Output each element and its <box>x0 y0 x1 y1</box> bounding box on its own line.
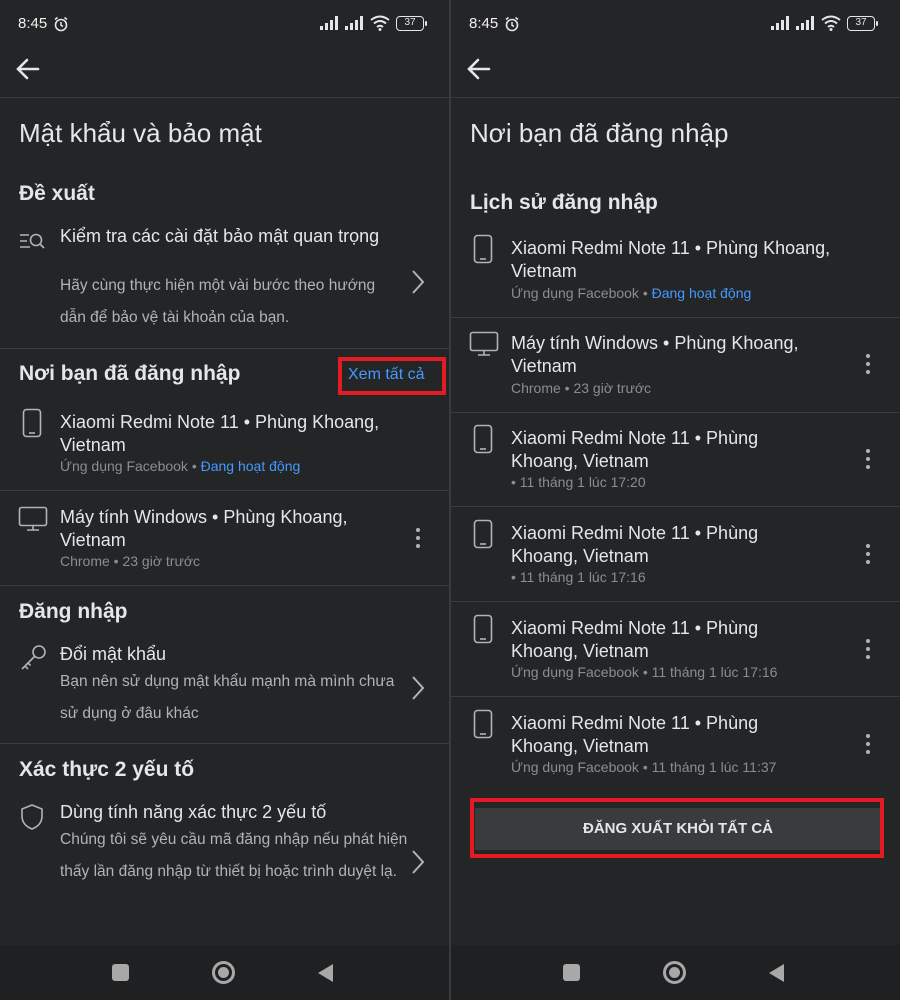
phone-icon <box>22 408 42 438</box>
device-meta: Chrome • 23 giờ trước <box>511 380 652 396</box>
phone-icon <box>473 519 493 549</box>
signal-icon <box>320 16 338 30</box>
chevron-right-icon <box>412 850 425 874</box>
back-nav-icon[interactable] <box>318 964 333 982</box>
page-title: Nơi bạn đã đăng nhập <box>470 118 729 148</box>
twofa-desc: Chúng tôi sẽ yêu cầu mã đăng nhập nếu ph… <box>60 831 408 880</box>
device-meta: Ứng dụng Facebook • 11 tháng 1 lúc 17:16 <box>511 664 778 680</box>
recents-icon[interactable] <box>112 964 129 981</box>
security-check-desc: Hãy cùng thực hiện một vài bước theo hướ… <box>60 277 376 326</box>
back-arrow-icon[interactable] <box>465 55 493 83</box>
more-options-icon[interactable] <box>865 639 871 661</box>
more-options-icon[interactable] <box>865 734 871 756</box>
device-meta: Ứng dụng Facebook • Đang hoạt động <box>60 458 301 474</box>
suggest-heading: Đề xuất <box>19 182 95 205</box>
system-nav-bar <box>0 945 449 1000</box>
divider <box>451 412 900 413</box>
history-heading: Lịch sử đăng nhập <box>470 191 658 214</box>
more-options-icon[interactable] <box>415 528 421 550</box>
change-password-title: Đổi mật khẩu <box>60 644 167 664</box>
wifi-icon <box>821 15 841 31</box>
device-meta: Ứng dụng Facebook • Đang hoạt động <box>511 285 752 301</box>
phone-icon <box>473 424 493 454</box>
divider <box>0 743 449 744</box>
alarm-icon <box>54 16 68 32</box>
device-title-line1: Xiaomi Redmi Note 11 • Phùng <box>511 428 759 448</box>
signal-icon <box>771 16 789 30</box>
device-title: Máy tính Windows • Phùng Khoang, Vietnam <box>60 507 348 550</box>
status-bar: 8:45 37 <box>451 0 900 46</box>
divider <box>451 317 900 318</box>
shield-icon <box>21 804 43 830</box>
phone-icon <box>473 614 493 644</box>
device-title-line2: Khoang, Vietnam <box>511 641 649 661</box>
chevron-right-icon <box>412 676 425 700</box>
device-title-line2: Vietnam <box>511 261 577 281</box>
chevron-right-icon <box>412 270 425 294</box>
device-meta: Ứng dụng Facebook • 11 tháng 1 lúc 11:37 <box>511 759 777 775</box>
system-nav-bar <box>451 945 900 1000</box>
device-title-line1: Xiaomi Redmi Note 11 • Phùng <box>511 523 759 543</box>
where-heading: Nơi bạn đã đăng nhập <box>19 362 241 385</box>
highlight-box-logout <box>470 798 884 858</box>
highlight-box-see-all <box>338 357 446 395</box>
left-screen: 8:45 37 Mật khẩu và bảo mật Đề xuất Kiểm… <box>0 0 449 1000</box>
battery-indicator: 37 <box>396 16 427 31</box>
device-meta: • 11 tháng 1 lúc 17:20 <box>511 474 646 490</box>
change-password-desc: Bạn nên sử dụng mật khẩu mạnh mà mình ch… <box>60 673 395 722</box>
right-screen: 8:45 37 Nơi bạn đã đăng nhập Lịch sử đăn… <box>451 0 900 1000</box>
back-arrow-icon[interactable] <box>14 55 42 83</box>
battery-indicator: 37 <box>847 16 878 31</box>
wifi-icon <box>370 15 390 31</box>
device-title-line2: Khoang, Vietnam <box>511 736 649 756</box>
divider <box>451 506 900 507</box>
more-options-icon[interactable] <box>865 449 871 471</box>
device-title-line2: Khoang, Vietnam <box>511 451 649 471</box>
header-divider <box>451 97 900 98</box>
home-icon[interactable] <box>663 961 686 984</box>
home-icon[interactable] <box>212 961 235 984</box>
divider <box>451 696 900 697</box>
phone-icon <box>473 709 493 739</box>
signal-icon-2 <box>345 16 363 30</box>
device-meta: Chrome • 23 giờ trước <box>60 553 201 569</box>
computer-icon <box>18 506 48 531</box>
login-heading: Đăng nhập <box>19 600 128 623</box>
active-status: Đang hoạt động <box>651 285 752 301</box>
device-title-line1: Xiaomi Redmi Note 11 • Phùng <box>511 618 759 638</box>
device-title-line2: Vietnam <box>511 356 577 376</box>
signal-icon-2 <box>796 16 814 30</box>
alarm-icon <box>505 16 519 32</box>
computer-icon <box>469 331 499 356</box>
device-title-line2: Khoang, Vietnam <box>511 546 649 566</box>
header-divider <box>0 97 449 98</box>
status-bar: 8:45 37 <box>0 0 449 46</box>
status-time: 8:45 <box>18 15 48 32</box>
more-options-icon[interactable] <box>865 354 871 376</box>
recents-icon[interactable] <box>563 964 580 981</box>
divider <box>0 348 449 349</box>
device-title-line1: Xiaomi Redmi Note 11 • Phùng <box>511 713 759 733</box>
divider <box>0 490 449 491</box>
device-title-line1: Máy tính Windows • Phùng Khoang, <box>511 333 799 353</box>
twofa-title: Dùng tính năng xác thực 2 yếu tố <box>60 802 327 822</box>
divider <box>0 585 449 586</box>
active-status: Đang hoạt động <box>200 458 301 474</box>
page-title: Mật khẩu và bảo mật <box>19 118 262 148</box>
more-options-icon[interactable] <box>865 544 871 566</box>
phone-icon <box>473 234 493 264</box>
status-time: 8:45 <box>469 15 499 32</box>
security-check-title: Kiểm tra các cài đặt bảo mật quan trọng <box>60 226 380 246</box>
divider <box>451 601 900 602</box>
device-title: Xiaomi Redmi Note 11 • Phùng Khoang, Vie… <box>60 412 380 455</box>
back-nav-icon[interactable] <box>769 964 784 982</box>
key-icon <box>21 645 46 670</box>
device-title-line1: Xiaomi Redmi Note 11 • Phùng Khoang, <box>511 238 831 258</box>
search-list-icon <box>20 233 45 249</box>
device-meta: • 11 tháng 1 lúc 17:16 <box>511 569 646 585</box>
twofa-heading: Xác thực 2 yếu tố <box>19 758 195 781</box>
